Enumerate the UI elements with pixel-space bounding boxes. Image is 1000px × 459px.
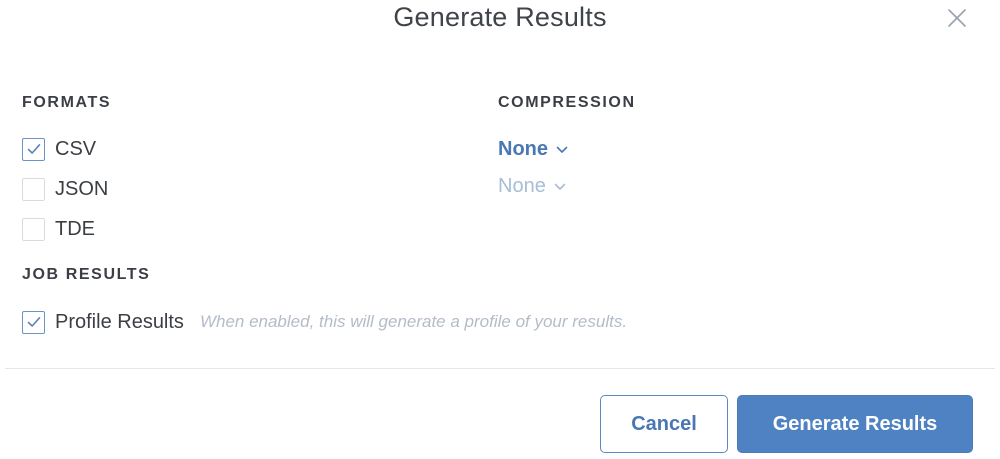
format-option-json[interactable]: JSON	[22, 176, 108, 202]
json-compression-select[interactable]: None	[498, 175, 566, 198]
profile-results-checkbox[interactable]	[22, 310, 45, 334]
profile-results-hint: When enabled, this will generate a profi…	[199, 312, 628, 331]
generate-results-dialog: Generate Results FORMATS CSV JSON TDE CO…	[0, 0, 1000, 459]
dialog-title: Generate Results	[393, 2, 607, 32]
profile-results-option[interactable]: Profile Results When enabled, this will …	[22, 309, 627, 335]
csv-checkbox[interactable]	[22, 137, 45, 161]
csv-compression-value: None	[498, 138, 548, 160]
checkmark-icon	[27, 143, 40, 154]
job-results-heading: JOB RESULTS	[22, 266, 151, 283]
chevron-down-icon	[556, 146, 568, 153]
cancel-button[interactable]: Cancel	[600, 395, 728, 453]
close-button[interactable]	[945, 6, 969, 30]
formats-heading: FORMATS	[22, 94, 112, 111]
close-icon	[948, 9, 966, 27]
tde-label: TDE	[55, 217, 95, 240]
compression-heading: COMPRESSION	[498, 94, 636, 111]
json-checkbox[interactable]	[22, 177, 45, 201]
tde-checkbox[interactable]	[22, 217, 45, 241]
checkmark-icon	[27, 316, 40, 327]
csv-label: CSV	[55, 137, 97, 160]
csv-compression-select[interactable]: None	[498, 138, 568, 161]
chevron-down-icon	[554, 183, 566, 190]
format-option-csv[interactable]: CSV	[22, 136, 96, 162]
generate-results-button[interactable]: Generate Results	[737, 395, 973, 453]
json-label: JSON	[55, 177, 109, 200]
format-option-tde[interactable]: TDE	[22, 216, 95, 242]
json-compression-value: None	[498, 175, 546, 197]
footer-divider	[5, 368, 995, 369]
profile-results-label: Profile Results	[55, 310, 184, 333]
